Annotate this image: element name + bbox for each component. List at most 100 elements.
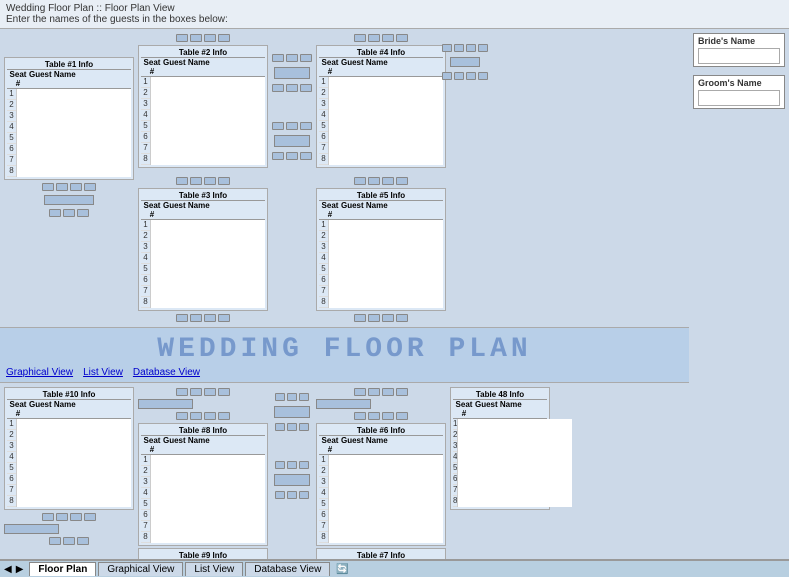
seat-input[interactable] <box>150 521 265 532</box>
seat-input[interactable] <box>457 430 572 441</box>
seat-input[interactable] <box>150 88 265 99</box>
seat-input[interactable] <box>328 466 443 477</box>
seat-input[interactable] <box>328 99 443 110</box>
seat-input[interactable] <box>150 110 265 121</box>
seat-input[interactable] <box>328 499 443 510</box>
seat-input[interactable] <box>457 474 572 485</box>
seat-input[interactable] <box>328 275 443 286</box>
seat-input[interactable] <box>150 99 265 110</box>
seat-input[interactable] <box>150 510 265 521</box>
seat-input[interactable] <box>328 488 443 499</box>
seat-input[interactable] <box>150 77 265 88</box>
seat-input[interactable] <box>328 220 443 231</box>
seat-input[interactable] <box>328 154 443 165</box>
seat-input[interactable] <box>150 275 265 286</box>
table-row: 6 <box>141 275 265 286</box>
seat-input[interactable] <box>328 510 443 521</box>
table-row: 6 <box>7 144 131 155</box>
seat-input[interactable] <box>16 166 131 177</box>
seat-input[interactable] <box>328 532 443 543</box>
chairs-visual <box>316 388 446 396</box>
table-row: 2 <box>7 430 131 441</box>
seat-input[interactable] <box>328 231 443 242</box>
table-row: 4 <box>453 452 547 463</box>
seat-input[interactable] <box>150 286 265 297</box>
seat-input[interactable] <box>328 297 443 308</box>
seat-input[interactable] <box>328 477 443 488</box>
table-48: Table 48 Info Seat # Guest Name 1 2 3 4 … <box>450 387 550 510</box>
seat-input[interactable] <box>16 89 131 100</box>
seat-input[interactable] <box>328 77 443 88</box>
seat-input[interactable] <box>457 463 572 474</box>
bride-name-input[interactable] <box>698 48 780 64</box>
seat-input[interactable] <box>328 121 443 132</box>
seat-input[interactable] <box>16 122 131 133</box>
seat-input[interactable] <box>328 455 443 466</box>
seat-input[interactable] <box>150 132 265 143</box>
seat-input[interactable] <box>328 253 443 264</box>
seat-input[interactable] <box>328 242 443 253</box>
database-view-link[interactable]: Database View <box>133 367 200 378</box>
seat-input[interactable] <box>328 143 443 154</box>
seat-input[interactable] <box>150 143 265 154</box>
tab-list[interactable]: List View <box>185 562 243 576</box>
table-row: 4 <box>319 110 443 121</box>
seat-input[interactable] <box>150 477 265 488</box>
list-view-link[interactable]: List View <box>83 367 123 378</box>
seat-input[interactable] <box>457 441 572 452</box>
seat-input[interactable] <box>150 488 265 499</box>
seat-input[interactable] <box>16 133 131 144</box>
seat-input[interactable] <box>457 485 572 496</box>
seat-input[interactable] <box>16 452 131 463</box>
seat-input[interactable] <box>16 155 131 166</box>
table-5: Table #5 Info Seat # Guest Name 1 2 3 4 … <box>316 188 446 311</box>
seat-input[interactable] <box>328 286 443 297</box>
table-row: 2 <box>141 466 265 477</box>
table-row: 5 <box>141 499 265 510</box>
seat-input[interactable] <box>457 496 572 507</box>
seat-input[interactable] <box>150 154 265 165</box>
seat-input[interactable] <box>328 110 443 121</box>
seat-input[interactable] <box>457 452 572 463</box>
seat-input[interactable] <box>16 441 131 452</box>
seat-input[interactable] <box>16 474 131 485</box>
seat-input[interactable] <box>16 496 131 507</box>
tab-nav-next[interactable]: ▶ <box>16 564 24 575</box>
table-row: 8 <box>141 532 265 543</box>
seat-input[interactable] <box>16 419 131 430</box>
seat-input[interactable] <box>150 466 265 477</box>
tab-floor-plan[interactable]: Floor Plan <box>29 562 96 576</box>
seat-input[interactable] <box>150 264 265 275</box>
table-row: 3 <box>319 99 443 110</box>
chairs-visual <box>138 177 268 185</box>
seat-input[interactable] <box>150 253 265 264</box>
seat-input[interactable] <box>150 242 265 253</box>
table-row: 7 <box>319 521 443 532</box>
seat-input[interactable] <box>150 231 265 242</box>
seat-input[interactable] <box>16 111 131 122</box>
seat-input[interactable] <box>150 297 265 308</box>
seat-input[interactable] <box>150 532 265 543</box>
tab-nav-prev[interactable]: ◀ <box>4 564 12 575</box>
tab-graphical[interactable]: Graphical View <box>98 562 183 576</box>
seat-input[interactable] <box>328 88 443 99</box>
seat-input[interactable] <box>328 132 443 143</box>
seat-input[interactable] <box>328 264 443 275</box>
seat-input[interactable] <box>328 521 443 532</box>
seat-input[interactable] <box>16 430 131 441</box>
seat-input[interactable] <box>150 455 265 466</box>
seat-input[interactable] <box>150 121 265 132</box>
table-row: 7 <box>141 521 265 532</box>
seat-input[interactable] <box>150 220 265 231</box>
graphical-view-link[interactable]: Graphical View <box>6 367 73 378</box>
seat-input[interactable] <box>16 463 131 474</box>
seat-input[interactable] <box>16 144 131 155</box>
tab-database[interactable]: Database View <box>245 562 330 576</box>
seat-input[interactable] <box>150 499 265 510</box>
tab-scroll-icon[interactable]: 🔄 <box>336 564 348 575</box>
seat-input[interactable] <box>16 100 131 111</box>
seat-input[interactable] <box>457 419 572 430</box>
table-row: 4 <box>141 488 265 499</box>
seat-input[interactable] <box>16 485 131 496</box>
groom-name-input[interactable] <box>698 90 780 106</box>
